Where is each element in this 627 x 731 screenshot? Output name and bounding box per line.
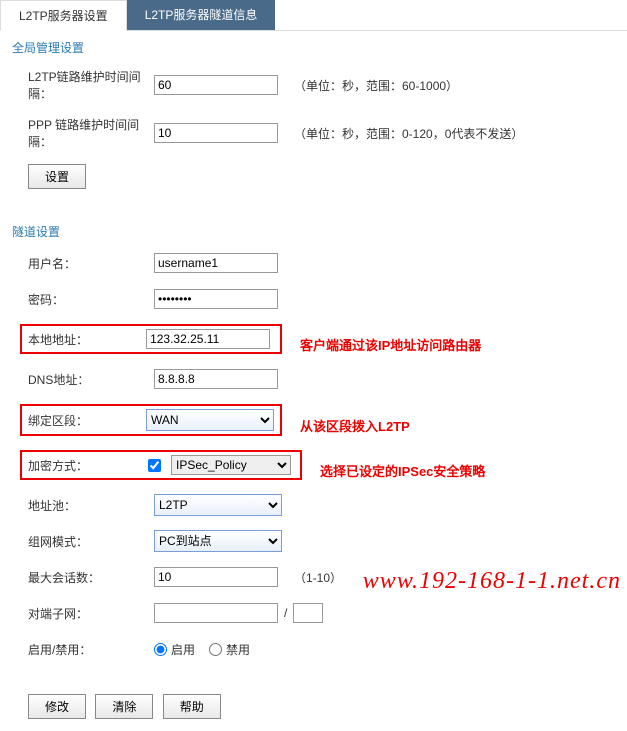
dns-input[interactable] — [154, 369, 278, 389]
enable-off-label: 禁用 — [226, 641, 250, 658]
encrypt-annotation: 选择已设定的IPSec安全策略 — [320, 461, 485, 480]
password-input[interactable] — [154, 289, 278, 309]
username-label: 用户名： — [28, 255, 154, 272]
tab-l2tp-tunnel-info[interactable]: L2TP服务器隧道信息 — [127, 0, 276, 30]
password-label: 密码： — [28, 291, 154, 308]
enable-label: 启用/禁用： — [28, 641, 154, 658]
maxsession-input[interactable] — [154, 567, 278, 587]
l2tp-interval-note: （单位：秒，范围：60-1000） — [294, 77, 458, 94]
enable-radio-on[interactable] — [154, 643, 167, 656]
set-button[interactable]: 设置 — [28, 164, 86, 189]
l2tp-interval-label: L2TP链路维护时间间隔： — [28, 68, 154, 102]
bind-zone-label: 绑定区段： — [28, 412, 146, 429]
local-addr-label: 本地地址： — [28, 331, 146, 348]
ppp-interval-label: PPP 链路维护时间间隔： — [28, 116, 154, 150]
global-section-title: 全局管理设置 — [0, 31, 627, 64]
clear-button[interactable]: 清除 — [95, 694, 153, 719]
watermark-text: www.192-168-1-1.net.cn — [363, 568, 621, 595]
tab-l2tp-server-settings[interactable]: L2TP服务器设置 — [0, 0, 127, 31]
bind-zone-highlight: 绑定区段： WAN — [20, 404, 282, 436]
encrypt-select[interactable]: IPSec_Policy — [171, 455, 291, 475]
button-row: 修改 清除 帮助 — [0, 686, 627, 731]
ppp-interval-input[interactable] — [154, 123, 278, 143]
local-addr-highlight: 本地地址： — [20, 324, 282, 354]
peer-subnet-label: 对端子网： — [28, 605, 154, 622]
netmode-select[interactable]: PC到站点 — [154, 530, 282, 552]
encrypt-checkbox[interactable] — [148, 459, 161, 472]
help-button[interactable]: 帮助 — [163, 694, 221, 719]
maxsession-note: （1-10） — [294, 569, 342, 586]
netmode-label: 组网模式： — [28, 533, 154, 550]
enable-radio-off[interactable] — [209, 643, 222, 656]
global-section: L2TP链路维护时间间隔： （单位：秒，范围：60-1000） PPP 链路维护… — [0, 64, 627, 215]
modify-button[interactable]: 修改 — [28, 694, 86, 719]
peer-mask-input[interactable] — [293, 603, 323, 623]
pool-select[interactable]: L2TP — [154, 494, 282, 516]
pool-label: 地址池： — [28, 497, 154, 514]
local-addr-input[interactable] — [146, 329, 270, 349]
tabs-bar: L2TP服务器设置 L2TP服务器隧道信息 — [0, 0, 627, 31]
encrypt-highlight: 加密方式： IPSec_Policy — [20, 450, 302, 480]
local-addr-annotation: 客户端通过该IP地址访问路由器 — [300, 335, 481, 354]
username-input[interactable] — [154, 253, 278, 273]
ppp-interval-note: （单位：秒，范围：0-120，0代表不发送） — [294, 125, 523, 142]
tunnel-section-title: 隧道设置 — [0, 215, 627, 248]
tunnel-section: 用户名： 密码： 本地地址： 客户端通过该IP地址访问路由器 DNS地址： 绑定… — [0, 248, 627, 686]
maxsession-label: 最大会话数： — [28, 569, 154, 586]
bind-zone-annotation: 从该区段拨入L2TP — [300, 416, 410, 435]
enable-on-label: 启用 — [171, 641, 195, 658]
bind-zone-select[interactable]: WAN — [146, 409, 274, 431]
peer-subnet-input[interactable] — [154, 603, 278, 623]
encrypt-label: 加密方式： — [28, 457, 148, 474]
dns-label: DNS地址： — [28, 371, 154, 388]
l2tp-interval-input[interactable] — [154, 75, 278, 95]
slash-separator: / — [284, 606, 287, 620]
